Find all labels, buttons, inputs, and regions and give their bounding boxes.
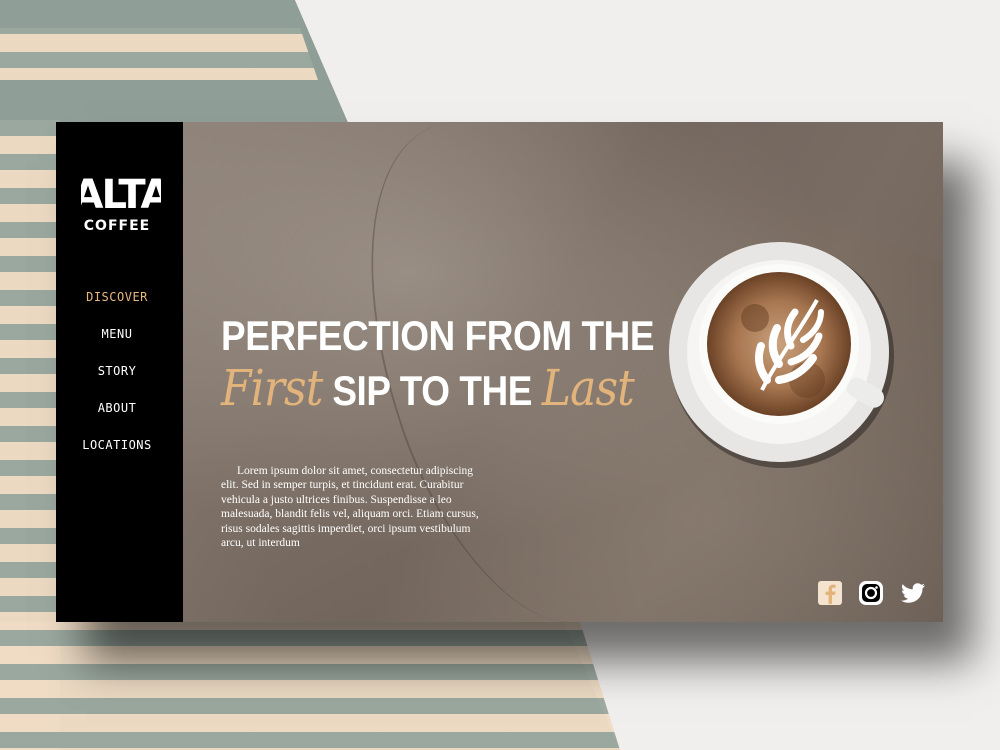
- facebook-icon[interactable]: [817, 580, 845, 606]
- sidebar: ALTA COFFEE DISCOVER MENU STORY ABOUT LO…: [56, 122, 183, 622]
- svg-text:ALTA: ALTA: [81, 172, 161, 216]
- logo-subtitle: COFFEE: [83, 218, 151, 234]
- hero-body-text: Lorem ipsum dolor sit amet, consectetur …: [221, 464, 479, 550]
- twitter-icon[interactable]: [899, 580, 927, 606]
- headline-script-first: First: [221, 359, 323, 417]
- headline-line-2: First SIP TO THE Last: [221, 362, 679, 417]
- main-nav: DISCOVER MENU STORY ABOUT LOCATIONS: [56, 290, 178, 475]
- nav-item-discover[interactable]: DISCOVER: [56, 290, 178, 327]
- nav-item-about[interactable]: ABOUT: [56, 401, 178, 438]
- nav-item-locations[interactable]: LOCATIONS: [56, 438, 178, 475]
- coffee-cup-image: [669, 242, 894, 468]
- nav-item-menu[interactable]: MENU: [56, 327, 178, 364]
- headline-line-1: PERFECTION FROM THE: [221, 312, 655, 359]
- headline-script-last: Last: [541, 359, 635, 417]
- alta-logo[interactable]: ALTA: [81, 166, 161, 216]
- instagram-icon[interactable]: [858, 580, 886, 606]
- hero-headline: PERFECTION FROM THE First SIP TO THE Las…: [221, 310, 679, 417]
- nav-item-story[interactable]: STORY: [56, 364, 178, 401]
- social-links: [817, 580, 927, 606]
- website-card: ALTA COFFEE DISCOVER MENU STORY ABOUT LO…: [56, 122, 943, 622]
- headline-middle: SIP TO THE: [322, 367, 542, 414]
- hero-section: PERFECTION FROM THE First SIP TO THE Las…: [183, 122, 943, 622]
